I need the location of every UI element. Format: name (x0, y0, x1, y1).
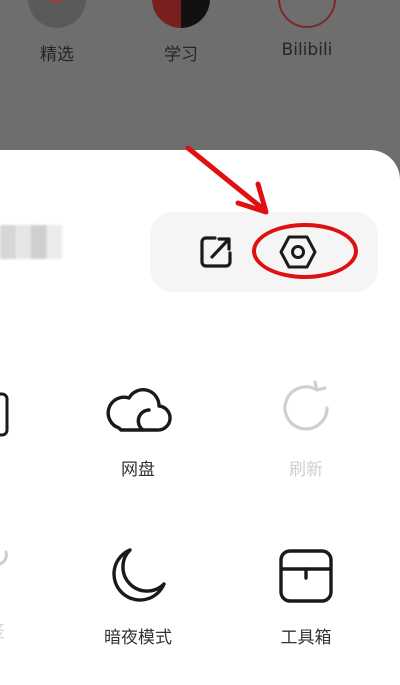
annotation-arrow (185, 145, 269, 215)
annotation-highlight-ring (252, 223, 358, 279)
